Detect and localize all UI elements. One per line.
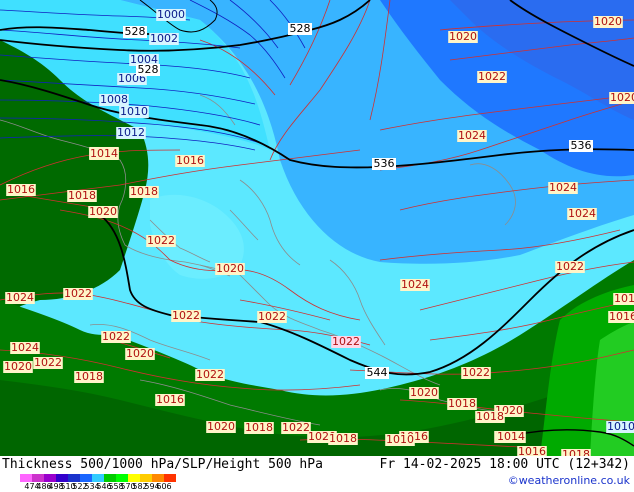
height-label: 544 [367, 366, 388, 379]
legend-swatch [80, 474, 92, 482]
isobar-label: 1024 [568, 207, 596, 220]
isobar-label: 1016 [518, 445, 546, 456]
isobar-label: 1018 [614, 292, 634, 305]
isobar-label: 1020 [126, 347, 154, 360]
legend-swatch [92, 474, 104, 482]
isobar-label: 1022 [102, 330, 130, 343]
isobar-label: 1014 [497, 430, 525, 443]
legend-swatch [116, 474, 128, 482]
legend-swatch [44, 474, 56, 482]
isobar-label: 1000 [157, 8, 185, 21]
legend-swatch [56, 474, 68, 482]
isobar-label: 1020 [594, 15, 622, 28]
isobar-label: 1022 [196, 368, 224, 381]
legend-swatch [32, 474, 44, 482]
isobar-label: 1020 [216, 262, 244, 275]
isobar-label: 1022 [332, 335, 360, 348]
isobar-label: 1022 [258, 310, 286, 323]
isobar-label: 1018 [448, 397, 476, 410]
weather-map: 1000100210041006100810101012101410161016… [0, 0, 634, 456]
legend-swatch [164, 474, 176, 482]
isobar-label: 1018 [329, 432, 357, 445]
isobar-label: 1018 [245, 421, 273, 434]
legend-swatches [20, 474, 176, 482]
legend-swatch [68, 474, 80, 482]
isobar-label: 1022 [282, 421, 310, 434]
isobar-label: 1024 [11, 341, 39, 354]
legend-swatch [152, 474, 164, 482]
credit-link[interactable]: ©weatheronline.co.uk [508, 474, 630, 487]
isobar-label: 1010 [607, 420, 634, 433]
legend-swatch [128, 474, 140, 482]
height-label: 536 [374, 157, 395, 170]
isobar-label: 1024 [549, 181, 577, 194]
isobar-label: 1016 [156, 393, 184, 406]
isobar-label: 1020 [207, 420, 235, 433]
isobar-label: 1018 [68, 189, 96, 202]
color-legend: 474 486 498 510 522 534 546 558 570 582 594 606 [0, 474, 330, 491]
map-title: Thickness 500/1000 hPa/SLP/Height 500 hP… [2, 457, 323, 472]
height-label: 528 [290, 22, 311, 35]
isobar-label: 1016 [609, 310, 634, 323]
legend-swatch [104, 474, 116, 482]
isobar-label: 1014 [90, 147, 118, 160]
map-footer: Thickness 500/1000 hPa/SLP/Height 500 hP… [0, 456, 634, 491]
isobar-label: 1018 [130, 185, 158, 198]
isobar-label: 1012 [117, 126, 145, 139]
isobar-label: 1022 [147, 234, 175, 247]
height-label: 528 [138, 63, 159, 76]
isobar-label: 1010 [386, 433, 414, 446]
isobar-label: 1002 [150, 32, 178, 45]
isobar-label: 1024 [458, 129, 486, 142]
isobar-label: 1020 [89, 205, 117, 218]
isobar-label: 1022 [34, 356, 62, 369]
isobar-label: 1020 [449, 30, 477, 43]
isobar-label: 1020 [610, 91, 634, 104]
legend-swatch [140, 474, 152, 482]
height-label: 528 [125, 25, 146, 38]
isobar-label: 1018 [75, 370, 103, 383]
valid-time: Fr 14-02-2025 18:00 UTC (12+342) [379, 457, 630, 472]
map-canvas: 1000100210041006100810101012101410161016… [0, 0, 634, 456]
isobar-label: 1024 [6, 291, 34, 304]
isobar-label: 1020 [410, 386, 438, 399]
isobar-label: 1022 [64, 287, 92, 300]
isobar-label: 1018 [476, 410, 504, 423]
isobar-label: 1016 [176, 154, 204, 167]
isobar-label: 1024 [401, 278, 429, 291]
height-label: 536 [571, 139, 592, 152]
legend-swatch [20, 474, 32, 482]
isobar-label: 1010 [120, 105, 148, 118]
isobar-label: 1016 [7, 183, 35, 196]
isobar-label: 1022 [478, 70, 506, 83]
isobar-label: 1018 [562, 448, 590, 456]
isobar-label: 1020 [4, 360, 32, 373]
isobar-label: 1022 [172, 309, 200, 322]
isobar-label: 1022 [556, 260, 584, 273]
isobar-label: 1022 [462, 366, 490, 379]
